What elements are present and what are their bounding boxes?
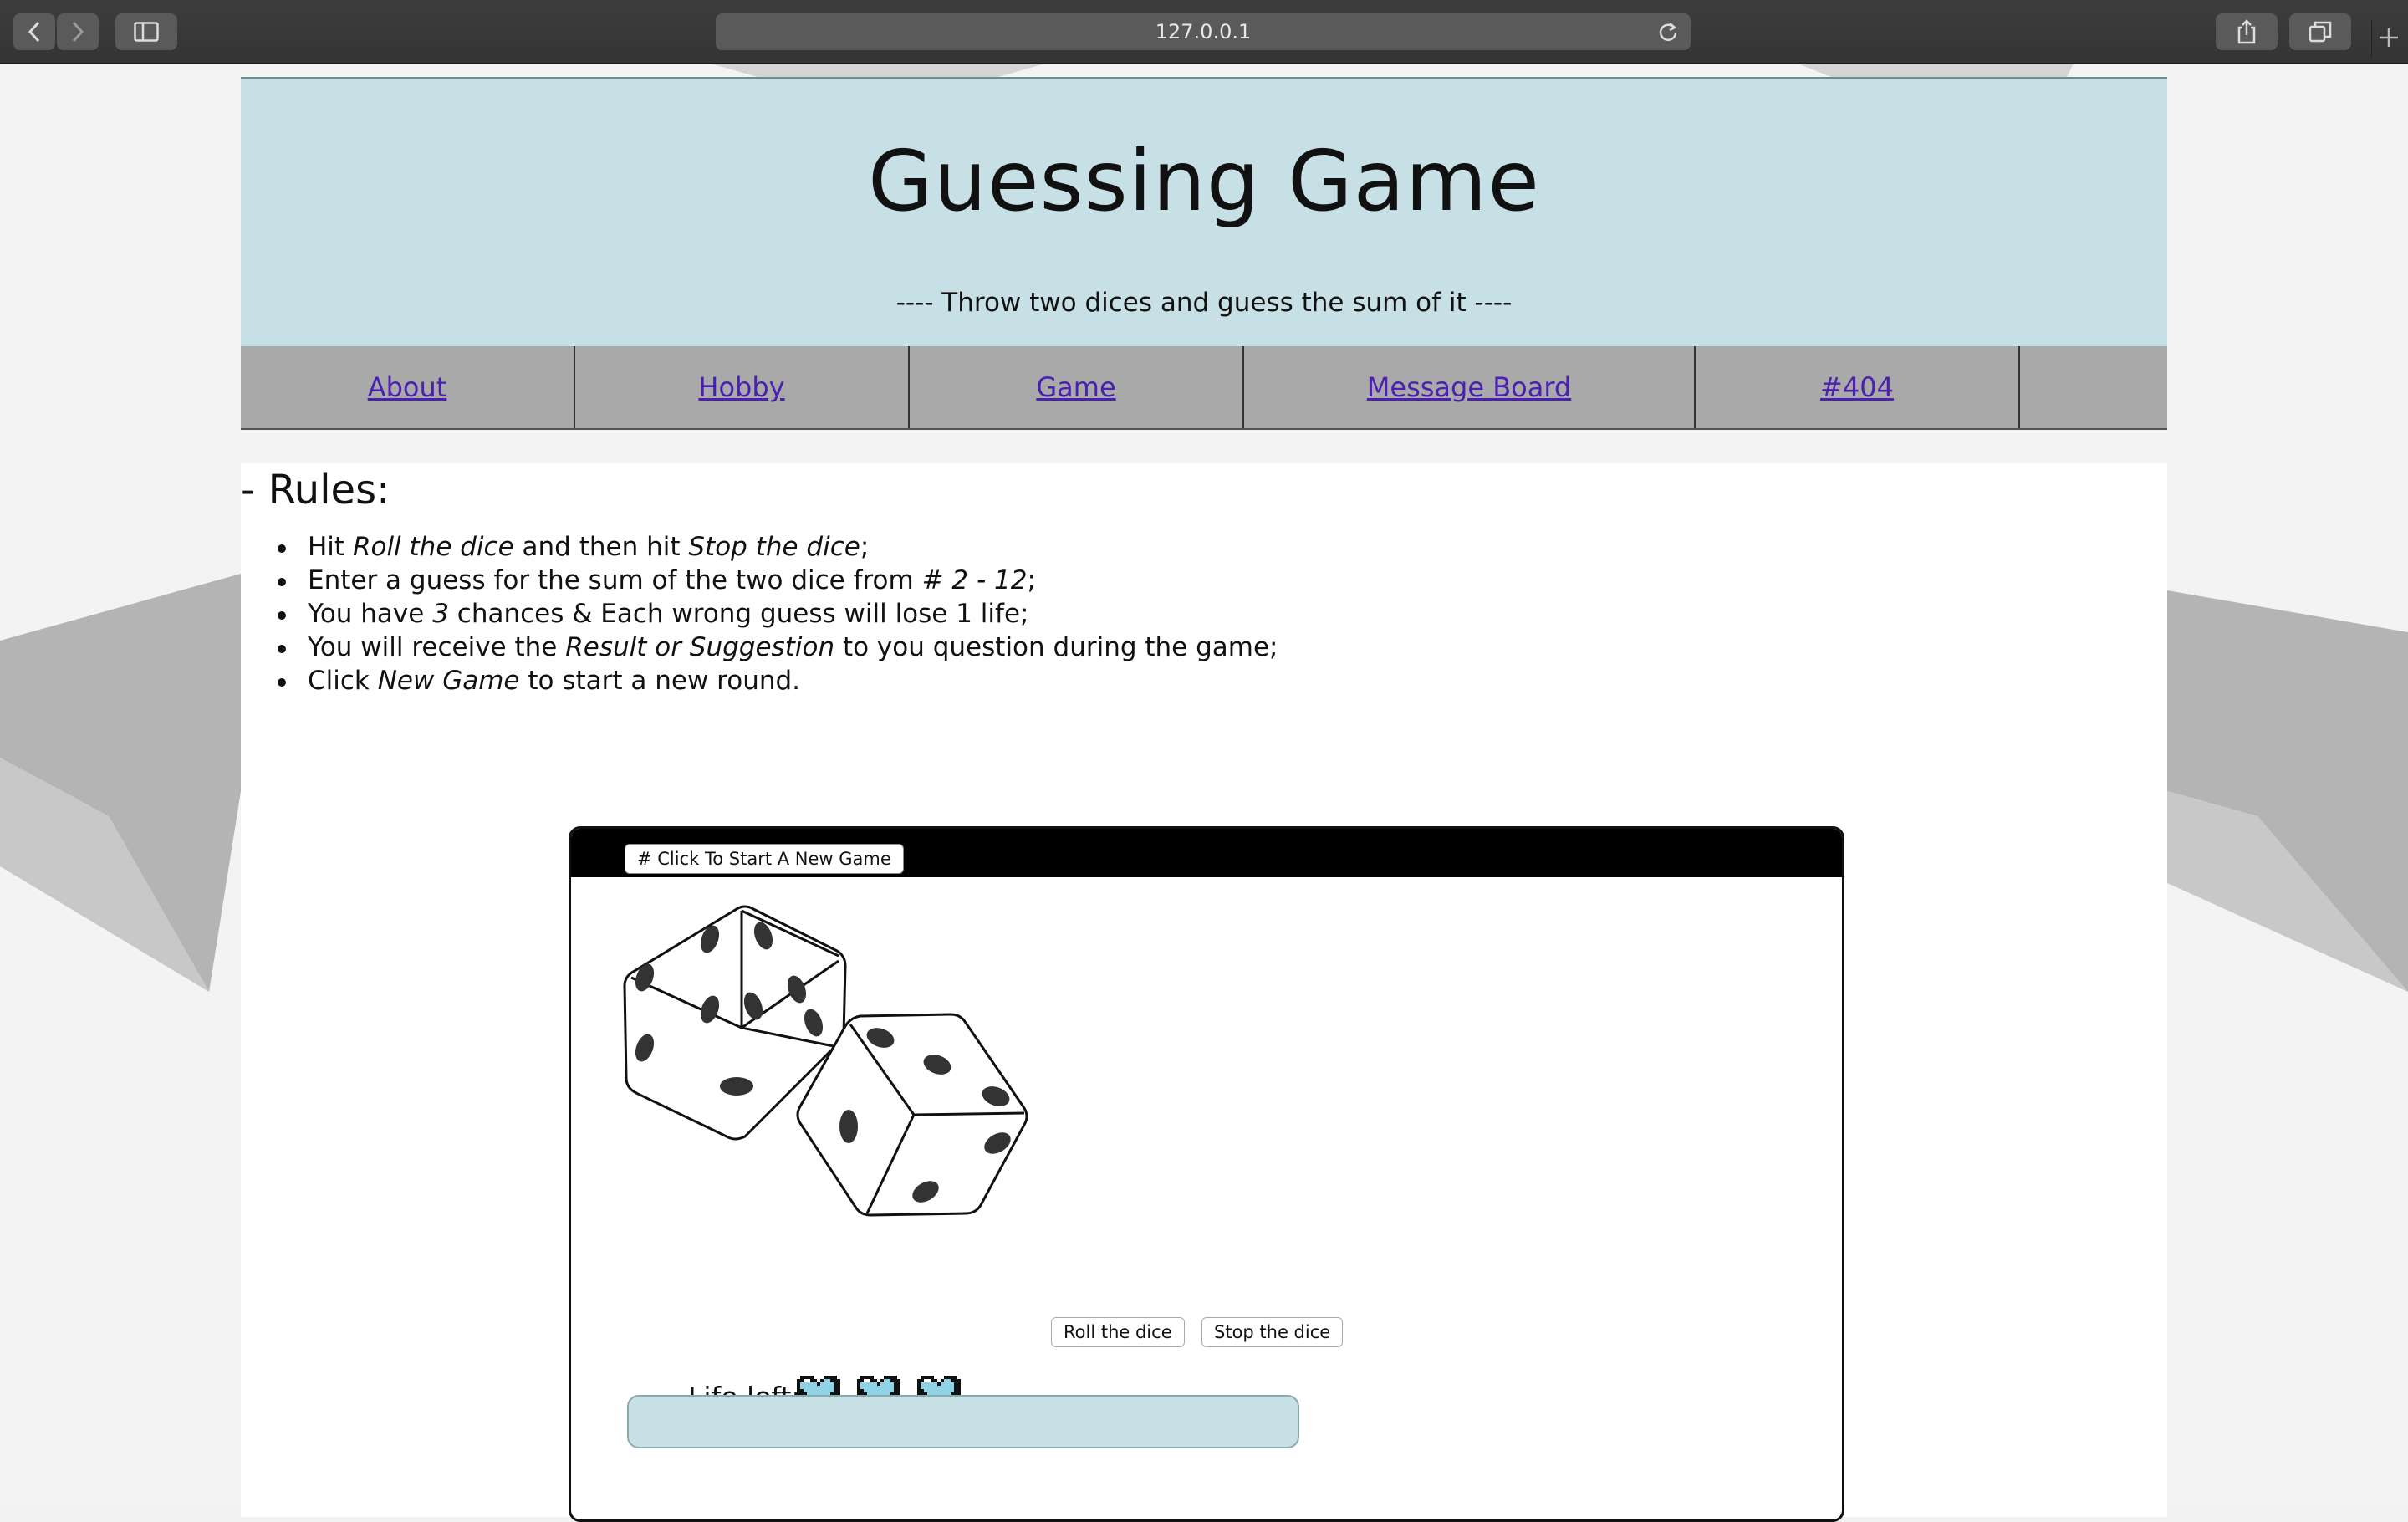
page-content: Guessing Game ---- Throw two dices and g…: [241, 77, 2167, 1522]
stop-dice-button[interactable]: Stop the dice: [1201, 1317, 1344, 1347]
address-bar[interactable]: 127.0.0.1: [716, 13, 1691, 50]
rules-heading: - Rules:: [241, 467, 390, 513]
sidebar-toggle-button[interactable]: [115, 13, 177, 50]
share-button[interactable]: [2216, 13, 2278, 50]
sidebar-icon: [134, 22, 159, 42]
new-game-button[interactable]: # Click To Start A New Game: [625, 844, 904, 874]
rule-item: You have 3 chances & Each wrong guess wi…: [278, 597, 1278, 631]
rules-section: Hit Roll the dice and then hit Stop the …: [241, 513, 2167, 1522]
forward-button[interactable]: [57, 13, 99, 50]
nav-item-game[interactable]: Game: [910, 346, 1244, 428]
rules-list: Hit Roll the dice and then hit Stop the …: [278, 530, 1278, 697]
tabs-icon: [2309, 21, 2332, 43]
rule-item: Click New Game to start a new round.: [278, 664, 1278, 697]
new-tab-button[interactable]: [2371, 20, 2408, 57]
rules-header: - Rules:: [241, 463, 2167, 515]
chevron-left-icon: [28, 21, 40, 43]
rule-item: You will receive the Result or Suggestio…: [278, 632, 1278, 662]
site-header: Guessing Game ---- Throw two dices and g…: [241, 77, 2167, 348]
nav-item-about[interactable]: About: [241, 346, 575, 428]
page-subtitle: ---- Throw two dices and guess the sum o…: [895, 288, 1513, 318]
result-box: [627, 1395, 1299, 1448]
back-button[interactable]: [13, 13, 55, 50]
page-title: Guessing Game: [868, 132, 1540, 230]
tabs-overview-button[interactable]: [2289, 13, 2351, 50]
chevron-right-icon: [72, 21, 84, 43]
nav-item-message-board[interactable]: Message Board: [1244, 346, 1696, 428]
browser-toolbar: 127.0.0.1: [0, 0, 2408, 64]
roll-dice-button[interactable]: Roll the dice: [1051, 1317, 1185, 1347]
nav-item-404[interactable]: #404: [1696, 346, 2020, 428]
nav-item-hobby[interactable]: Hobby: [575, 346, 910, 428]
url-text: 127.0.0.1: [1155, 20, 1252, 43]
reload-icon[interactable]: [1657, 21, 1679, 48]
rule-item: Hit Roll the dice and then hit Stop the …: [278, 530, 1278, 564]
share-icon: [2237, 19, 2256, 44]
game-topbar: # Click To Start A New Game: [571, 829, 1842, 877]
dice-icon: [623, 905, 1028, 1217]
rule-item: Enter a guess for the sum of the two dic…: [278, 564, 1278, 597]
nav-bar: About Hobby Game Message Board #404: [241, 346, 2167, 430]
plus-icon: [2380, 28, 2398, 47]
